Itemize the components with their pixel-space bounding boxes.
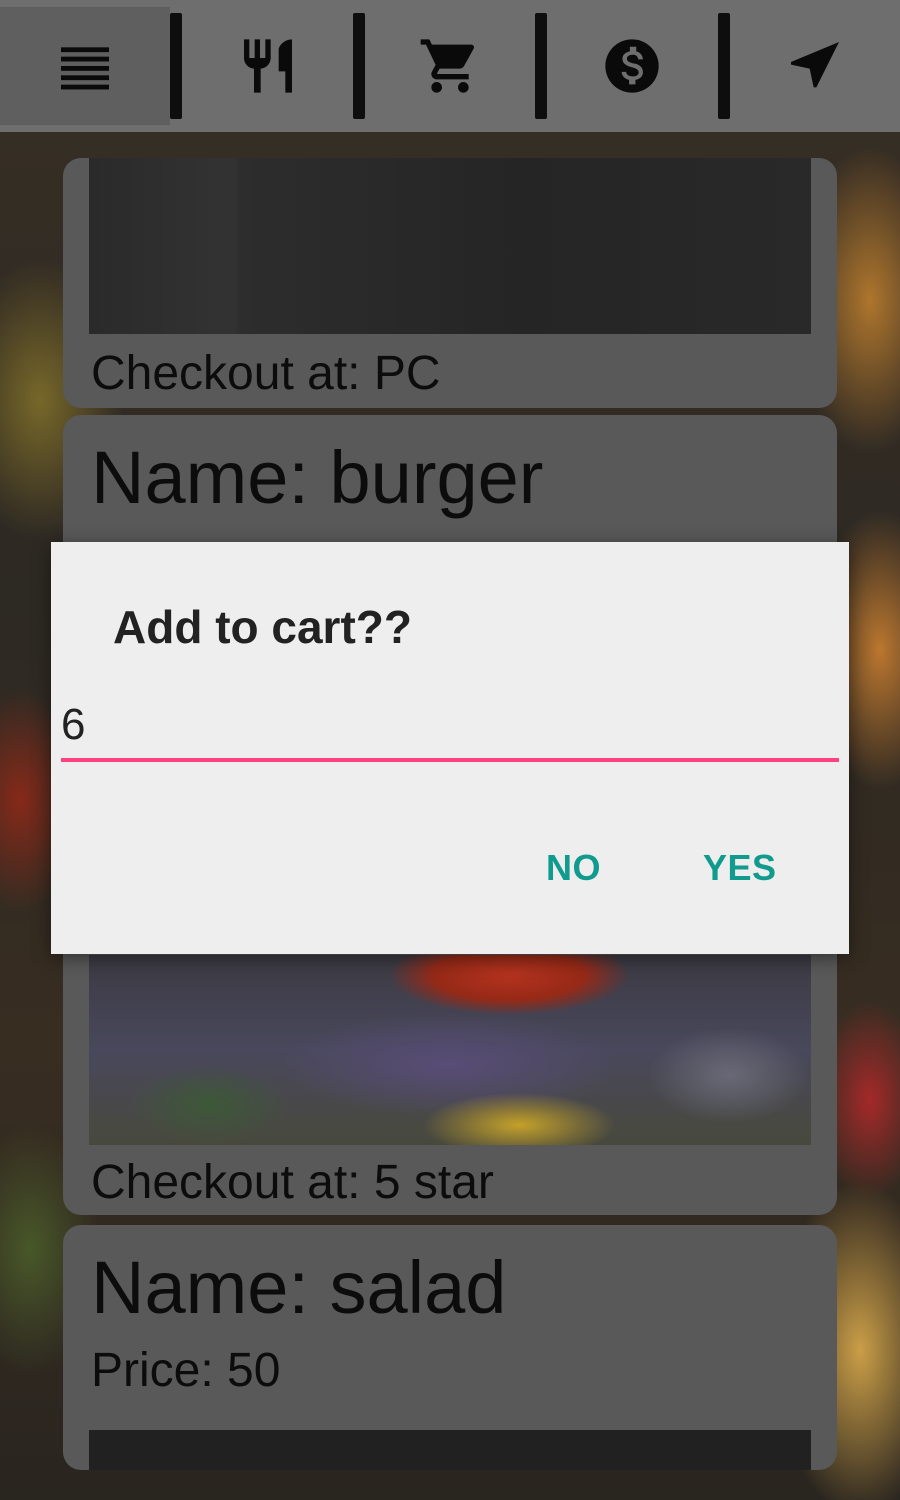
tab-restaurant[interactable]: [182, 7, 352, 125]
cart-icon: [420, 39, 475, 93]
yes-button[interactable]: YES: [703, 847, 777, 889]
no-button[interactable]: NO: [546, 847, 601, 889]
toolbar-divider: [352, 13, 365, 119]
tab-location[interactable]: [730, 7, 900, 125]
tab-cart[interactable]: [365, 7, 535, 125]
tab-payment[interactable]: [547, 7, 717, 125]
menu-icon: [61, 47, 110, 90]
toolbar-divider: [170, 13, 183, 119]
toolbar-divider: [717, 13, 730, 119]
restaurant-icon: [243, 39, 292, 93]
tab-menu[interactable]: [0, 7, 171, 125]
navigation-icon: [790, 42, 839, 88]
quantity-input[interactable]: [61, 692, 839, 762]
add-to-cart-dialog: Add to cart?? NO YES: [51, 542, 849, 954]
dialog-title: Add to cart??: [113, 601, 412, 653]
top-toolbar: [0, 0, 900, 132]
toolbar-divider: [535, 13, 548, 119]
dollar-icon: [605, 39, 660, 93]
